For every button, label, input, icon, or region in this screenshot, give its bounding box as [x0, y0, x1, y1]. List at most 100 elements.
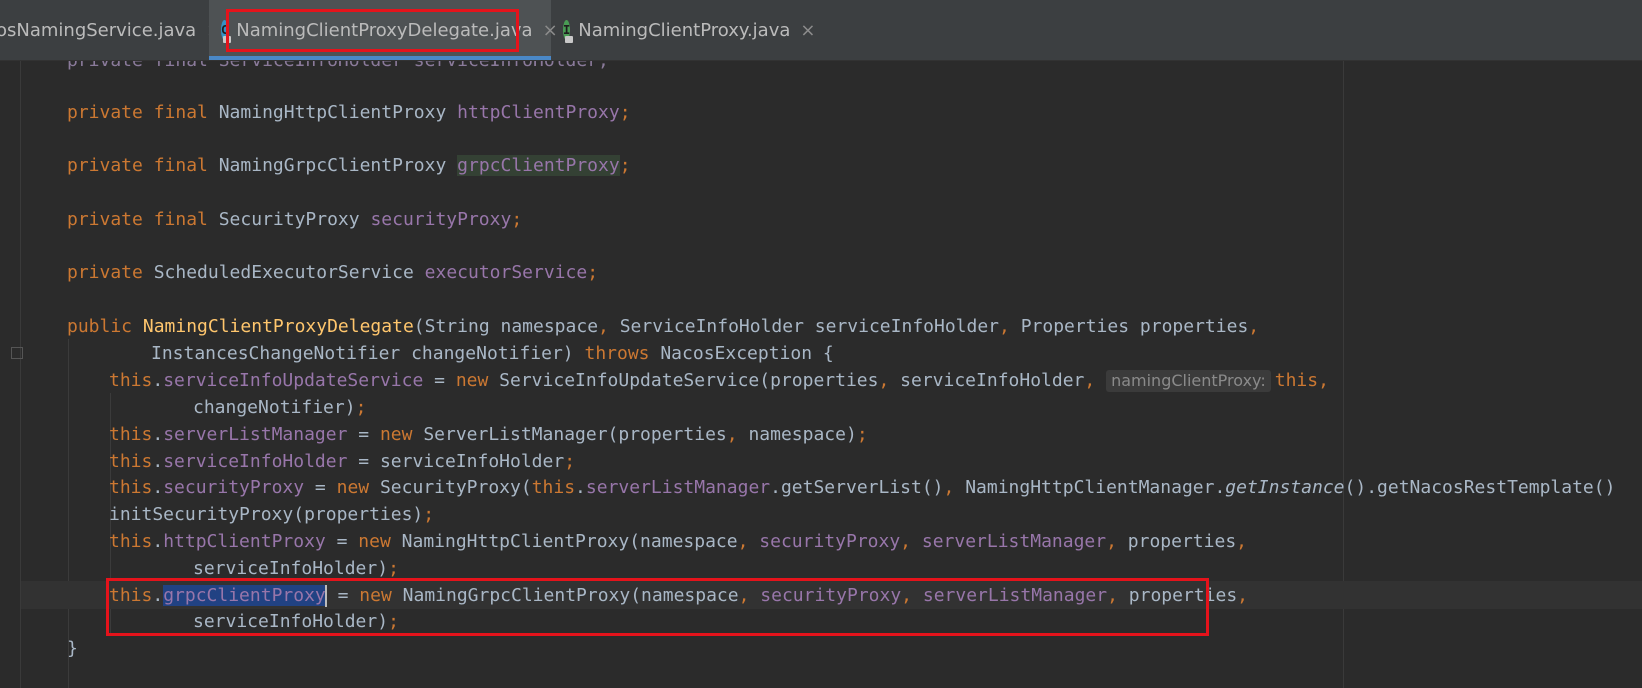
new-keyword: new: [379, 424, 424, 445]
field-token: serverListManager: [585, 477, 771, 498]
code-text: ServiceInfoHolder serviceInfoHolder: [619, 316, 1000, 337]
code-line: this.serverListManager = new ServerListM…: [109, 421, 868, 449]
code-text: =: [347, 424, 380, 445]
static-method-token: getInstance: [1225, 477, 1345, 498]
comma: ,: [901, 585, 923, 606]
code-text: .: [152, 585, 164, 606]
field-token: serviceInfoHolder: [163, 451, 348, 472]
code-line: private final NamingHttpClientProxy http…: [67, 99, 631, 127]
code-text: .: [152, 477, 164, 498]
code-text: NacosException {: [660, 343, 834, 364]
field-token: httpClientProxy: [163, 531, 326, 552]
new-keyword: new: [359, 585, 403, 606]
class-icon-letter: C: [221, 23, 229, 37]
semicolon: ;: [355, 397, 367, 418]
interface-icon-letter: I: [563, 23, 571, 37]
semicolon: ;: [856, 424, 868, 445]
comma: ,: [878, 370, 901, 391]
code-text: serviceInfoHolder): [193, 558, 389, 579]
keyword-token: private final: [67, 155, 219, 176]
field-token: serviceInfoUpdateService: [163, 370, 424, 391]
tab-osnamingservice[interactable]: osNamingService.java ×: [0, 0, 221, 60]
field-token: securityProxy: [163, 477, 305, 498]
interface-lock-icon: I: [563, 20, 574, 43]
keyword-token: private final: [67, 209, 219, 230]
close-icon[interactable]: ×: [800, 20, 815, 41]
tab-label: NamingClientProxy.java: [578, 19, 791, 41]
comma: ,: [943, 477, 966, 498]
code-text: namespace): [748, 424, 857, 445]
code-text: .getServerList(): [770, 477, 944, 498]
field-token: securityProxy: [759, 531, 901, 552]
semicolon: ;: [511, 209, 523, 230]
code-text: SecurityProxy(: [379, 477, 532, 498]
code-text: .: [152, 370, 164, 391]
comma: ,: [1107, 585, 1129, 606]
comma: ,: [1318, 370, 1329, 391]
code-text: serviceInfoHolder): [193, 611, 389, 632]
this-keyword: this: [531, 477, 576, 498]
code-line: this.serviceInfoHolder = serviceInfoHold…: [109, 448, 575, 476]
comma: ,: [738, 585, 761, 606]
code-text: Properties properties: [1020, 316, 1249, 337]
keyword-token: private: [67, 262, 154, 283]
code-text: serviceInfoHolder: [900, 370, 1085, 391]
editor-tab-bar: osNamingService.java × C NamingClientPro…: [0, 0, 1642, 61]
code-text: changeNotifier): [193, 397, 356, 418]
code-text: .: [152, 451, 164, 472]
field-token: httpClientProxy: [457, 102, 620, 123]
this-keyword: this: [109, 531, 153, 552]
this-keyword: this: [109, 477, 153, 498]
comma: ,: [999, 316, 1021, 337]
this-keyword: this: [109, 370, 153, 391]
comma: ,: [1248, 316, 1260, 337]
parameter-hint: namingClientProxy:: [1106, 370, 1271, 392]
code-line: }: [67, 635, 78, 663]
tab-namingclientproxydelegate[interactable]: C NamingClientProxyDelegate.java ×: [209, 0, 558, 60]
method-name-token: NamingClientProxyDelegate: [142, 316, 414, 337]
field-token-highlighted: grpcClientProxy: [457, 155, 620, 176]
comma: ,: [1084, 370, 1107, 391]
new-keyword: new: [358, 531, 402, 552]
code-line: private ScheduledExecutorService executo…: [67, 259, 598, 287]
semicolon: ;: [564, 451, 576, 472]
code-line: private final ServiceInfoHolder serviceI…: [67, 61, 609, 75]
tab-label: osNamingService.java: [0, 19, 197, 41]
field-token: securityProxy: [760, 585, 902, 606]
code-line: changeNotifier);: [193, 394, 366, 422]
keyword-token: public: [67, 316, 143, 337]
comma: ,: [1237, 585, 1248, 606]
active-tab-indicator: [209, 56, 551, 60]
code-line: serviceInfoHolder);: [193, 555, 399, 583]
keyword-token: private final: [67, 102, 219, 123]
fold-marker-icon[interactable]: [11, 347, 23, 359]
new-keyword: new: [336, 477, 380, 498]
code-text: = serviceInfoHolder: [347, 451, 565, 472]
semicolon: ;: [423, 504, 435, 525]
type-token: NamingHttpClientProxy: [218, 102, 458, 123]
code-text: private final ServiceInfoHolder serviceI…: [67, 61, 609, 71]
code-editor[interactable]: private final ServiceInfoHolder serviceI…: [0, 61, 1642, 688]
code-line: private final NamingGrpcClientProxy grpc…: [67, 152, 631, 180]
comma: ,: [737, 531, 760, 552]
lock-icon: [223, 36, 232, 43]
tab-namingclientproxy[interactable]: I NamingClientProxy.java ×: [553, 0, 815, 60]
code-text: ServiceInfoUpdateService(properties: [499, 370, 879, 391]
editor-gutter: [0, 61, 21, 688]
semicolon: ;: [587, 262, 599, 283]
code-text: =: [423, 370, 456, 391]
code-line: initSecurityProxy(properties);: [109, 501, 434, 529]
code-line: public NamingClientProxyDelegate(String …: [67, 313, 1259, 341]
field-token: executorService: [424, 262, 588, 283]
comma: ,: [1106, 531, 1128, 552]
comma: ,: [1236, 531, 1247, 552]
code-text: =: [304, 477, 337, 498]
code-text: (String namespace: [413, 316, 599, 337]
code-text: .: [575, 477, 586, 498]
this-keyword: this: [1274, 370, 1319, 391]
type-token: SecurityProxy: [218, 209, 371, 230]
keyword-token: throws: [584, 343, 661, 364]
code-text: .: [152, 531, 164, 552]
semicolon: ;: [619, 155, 631, 176]
field-token: securityProxy: [370, 209, 512, 230]
